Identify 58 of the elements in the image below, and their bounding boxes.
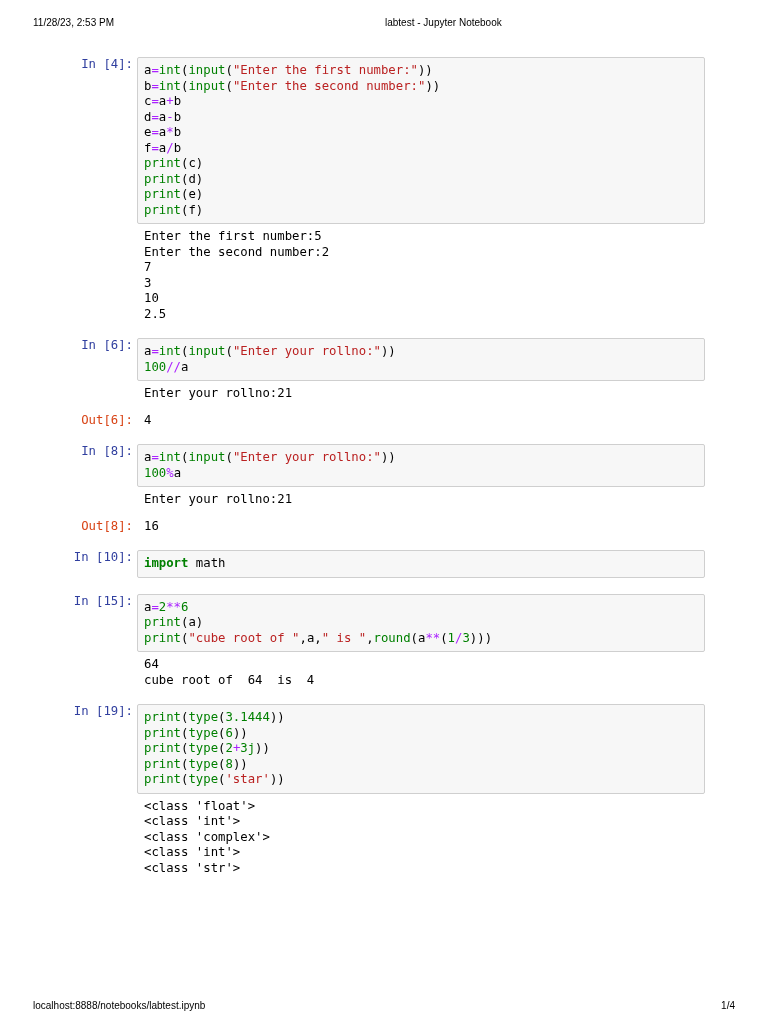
code-line: print(d) (144, 171, 204, 187)
output-prompt: Out[6]: (81, 412, 133, 428)
output-line: 64 (144, 657, 160, 673)
input-prompt: In [8]: (81, 444, 133, 460)
code-line: f=a/b (144, 140, 182, 156)
output-line: <class 'int'> (144, 845, 242, 861)
page-url: localhost:8888/notebooks/labtest.ipynb (33, 998, 206, 1013)
output-line: 16 (144, 518, 159, 534)
code-cell[interactable]: a=2**6 print(a) print("cube root of ",a," is ",round(a**(1/3))) (137, 593, 705, 652)
input-prompt: In [10]: (73, 550, 133, 566)
code-line: print(type(2+3j)) (144, 741, 270, 757)
code-line: print(c) (144, 156, 204, 172)
input-prompt: In [6]: (81, 338, 133, 354)
code-line: print(type('star')) (144, 772, 285, 788)
code-line: e=a*b (144, 125, 182, 141)
code-line: print(type(6)) (144, 725, 248, 741)
code-line: 100//a (144, 359, 189, 375)
output-line: <class 'complex'> (144, 829, 270, 845)
code-cell[interactable]: a=int(input("Enter your rollno:")) 100%a (137, 444, 705, 487)
code-line: a=int(input("Enter the first number:")) (144, 63, 433, 79)
code-cell[interactable]: a=int(input("Enter the first number:")) b=int(input("Enter the second number:")) c=a+b d=a-b e=a*b f=a/b print(c) print(d) print(e) print(f) (137, 57, 705, 224)
output-line: Enter your rollno:21 (144, 492, 293, 508)
code-line: a=int(input("Enter your rollno:")) (144, 344, 396, 360)
output-line: <class 'int'> (144, 814, 242, 830)
code-line: b=int(input("Enter the second number:")) (144, 78, 441, 94)
output-line: 10 (144, 291, 160, 307)
code-line: print(e) (144, 187, 204, 203)
code-cell[interactable]: import math (137, 550, 705, 578)
output-line: 4 (144, 412, 152, 428)
output-line: 2.5 (144, 306, 168, 322)
code-line: import math (144, 556, 226, 572)
output-line: cube root of 64 is 4 (144, 672, 315, 688)
output-line: Enter the second number:2 (144, 244, 330, 260)
output-line: 3 (144, 275, 153, 291)
output-line: Enter your rollno:21 (144, 386, 293, 402)
code-cell[interactable]: a=int(input("Enter your rollno:")) 100//a (137, 338, 705, 381)
print-timestamp: 11/28/23, 2:53 PM (33, 15, 115, 30)
output-prompt: Out[8]: (81, 518, 133, 534)
code-line: print(type(3.1444)) (144, 710, 285, 726)
code-line: d=a-b (144, 109, 182, 125)
code-line: print("cube root of ",a," is ",round(a**(1/3))) (144, 630, 493, 646)
page-number: 1/4 (721, 998, 735, 1013)
code-line: a=2**6 (144, 599, 189, 615)
input-prompt: In [4]: (81, 57, 133, 73)
code-line: 100%a (144, 465, 182, 481)
code-line: print(a) (144, 615, 204, 631)
input-prompt: In [15]: (73, 593, 133, 610)
output-line: <class 'str'> (144, 860, 242, 876)
output-line: 7 (144, 260, 153, 276)
code-line: print(f) (144, 202, 204, 218)
input-prompt: In [19]: (73, 704, 133, 720)
output-line: <class 'float'> (144, 798, 257, 814)
output-line: Enter the first number:5 (144, 229, 323, 245)
code-line: c=a+b (144, 94, 182, 110)
code-line: a=int(input("Enter your rollno:")) (144, 450, 396, 466)
code-cell[interactable]: print(type(3.1444)) print(type(6)) print(type(2+3j)) print(type(8)) print(type('star')) (137, 704, 705, 794)
page-title: labtest - Jupyter Notebook (385, 15, 502, 30)
code-line: print(type(8)) (144, 756, 248, 772)
